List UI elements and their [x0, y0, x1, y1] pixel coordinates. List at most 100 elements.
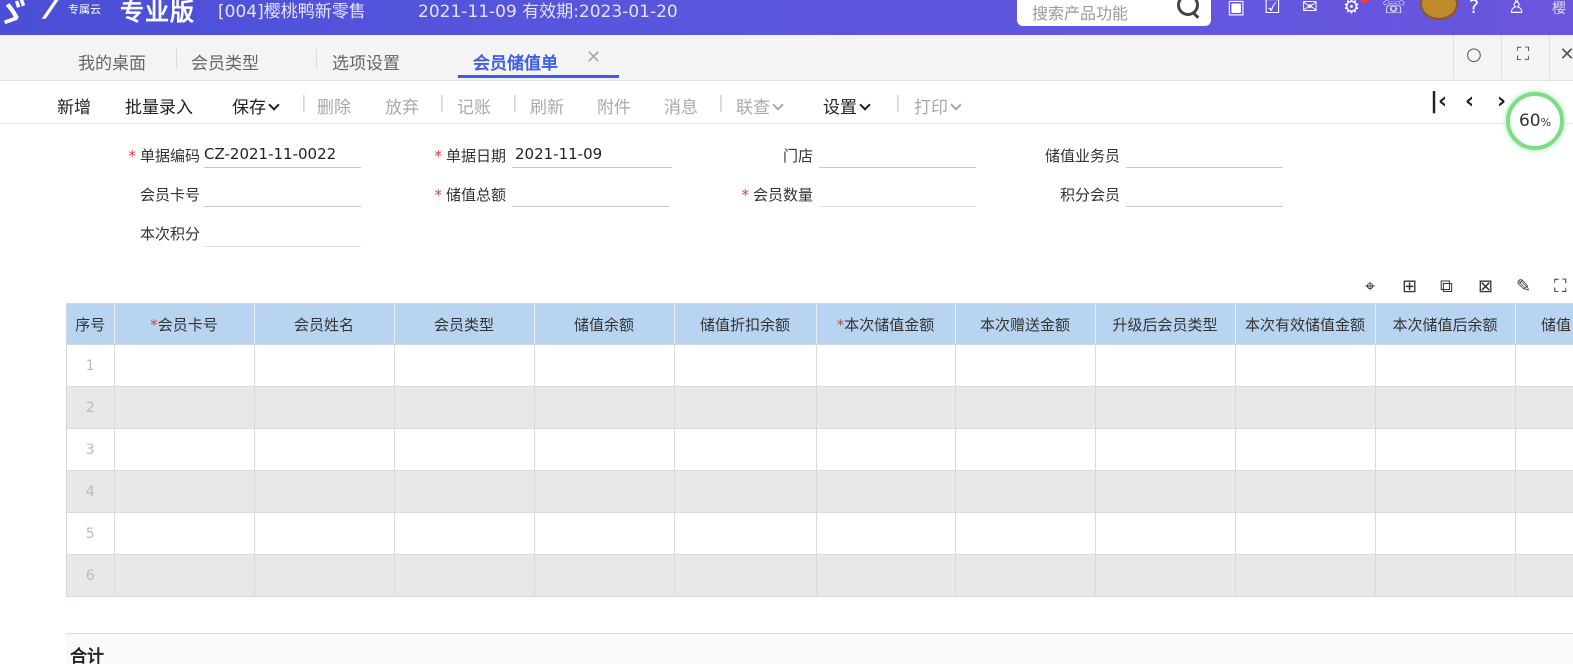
row-number-cell[interactable]: 3: [67, 428, 115, 471]
table-cell[interactable]: [114, 512, 255, 555]
location-icon[interactable]: ⌖: [1365, 276, 1375, 297]
table-cell[interactable]: [534, 470, 675, 513]
search-icon[interactable]: [1177, 0, 1199, 16]
row-number-cell[interactable]: 5: [67, 512, 115, 555]
total-amount-field[interactable]: [512, 182, 669, 207]
refresh-button[interactable]: 刷新: [530, 93, 564, 118]
table-cell[interactable]: [114, 428, 255, 471]
table-row[interactable]: 5: [67, 512, 1573, 555]
tab-my-desktop[interactable]: 我的桌面: [78, 49, 146, 74]
mascot-avatar[interactable]: [1420, 0, 1458, 20]
table-row[interactable]: 4: [67, 470, 1573, 513]
table-row[interactable]: 1: [67, 344, 1573, 387]
column-header-discount-balance[interactable]: 储值折扣余额: [674, 304, 817, 345]
table-cell[interactable]: [955, 428, 1096, 471]
table-cell[interactable]: [674, 554, 817, 596]
row-number-cell[interactable]: 1: [67, 344, 115, 387]
attachment-button[interactable]: 附件: [597, 93, 631, 118]
table-cell[interactable]: [1515, 428, 1573, 471]
table-cell[interactable]: [1375, 344, 1516, 387]
table-cell[interactable]: [674, 512, 817, 555]
settings-button[interactable]: 设置: [823, 93, 871, 118]
table-cell[interactable]: [1235, 386, 1376, 429]
table-cell[interactable]: [1235, 512, 1376, 555]
previous-record-icon[interactable]: ‹: [1465, 89, 1474, 114]
column-header-bonus-amount[interactable]: 本次赠送金额: [955, 304, 1096, 345]
table-cell[interactable]: [1515, 512, 1573, 555]
column-header-card-no[interactable]: *会员卡号: [114, 304, 255, 345]
row-number-cell[interactable]: 4: [67, 470, 115, 513]
table-cell[interactable]: [816, 512, 956, 555]
table-cell[interactable]: [254, 428, 395, 471]
table-cell[interactable]: [1095, 512, 1236, 555]
copy-row-icon[interactable]: ⧉: [1440, 276, 1453, 297]
table-cell[interactable]: [534, 386, 675, 429]
table-cell[interactable]: [674, 428, 817, 471]
table-cell[interactable]: [1095, 428, 1236, 471]
table-cell[interactable]: [1235, 554, 1376, 596]
tab-search-icon[interactable]: ○: [1458, 44, 1490, 70]
table-cell[interactable]: [1515, 344, 1573, 387]
table-cell[interactable]: [394, 428, 535, 471]
table-cell[interactable]: [534, 428, 675, 471]
store-field[interactable]: [819, 143, 976, 168]
table-cell[interactable]: [674, 470, 817, 513]
column-header-deposit-amount[interactable]: *本次储值金额: [816, 304, 956, 345]
table-cell[interactable]: [674, 344, 817, 387]
table-cell[interactable]: [1235, 470, 1376, 513]
table-cell[interactable]: [1375, 386, 1516, 429]
fullscreen-icon[interactable]: ⛶: [1507, 44, 1539, 70]
table-cell[interactable]: [1515, 554, 1573, 596]
table-cell[interactable]: [1375, 554, 1516, 596]
table-cell[interactable]: [955, 386, 1096, 429]
table-cell[interactable]: [1095, 470, 1236, 513]
salesperson-field[interactable]: [1126, 143, 1283, 168]
column-header-index[interactable]: 序号: [67, 304, 115, 345]
table-cell[interactable]: [816, 428, 956, 471]
table-row[interactable]: 3: [67, 428, 1573, 471]
close-all-icon[interactable]: ✕: [1551, 44, 1573, 70]
print-button[interactable]: 打印: [914, 93, 962, 118]
phone-icon[interactable]: ☏: [1382, 0, 1406, 18]
table-row[interactable]: 6: [67, 554, 1573, 596]
expand-grid-icon[interactable]: ⛶: [1554, 276, 1567, 297]
column-header-upgraded-type[interactable]: 升级后会员类型: [1095, 304, 1236, 345]
table-cell[interactable]: [1375, 428, 1516, 471]
doc-no-field[interactable]: CZ-2021-11-0022: [204, 143, 361, 168]
table-cell[interactable]: [534, 344, 675, 387]
next-record-icon[interactable]: ›: [1497, 89, 1506, 114]
user-icon[interactable]: ♙: [1508, 0, 1525, 18]
save-button[interactable]: 保存: [232, 93, 280, 118]
table-cell[interactable]: [1095, 386, 1236, 429]
first-record-icon[interactable]: |‹: [1430, 89, 1447, 114]
points-member-field[interactable]: [1126, 182, 1283, 207]
table-cell[interactable]: [816, 554, 956, 596]
table-cell[interactable]: [816, 344, 956, 387]
column-header-member-name[interactable]: 会员姓名: [254, 304, 395, 345]
save-disk-icon[interactable]: ▣: [1227, 0, 1245, 18]
table-cell[interactable]: [1095, 344, 1236, 387]
table-cell[interactable]: [1375, 512, 1516, 555]
table-cell[interactable]: [254, 554, 395, 596]
tab-member-type[interactable]: 会员类型: [191, 49, 259, 74]
table-cell[interactable]: [114, 386, 255, 429]
batch-entry-button[interactable]: 批量录入: [125, 93, 193, 118]
new-button[interactable]: 新增: [57, 93, 91, 118]
table-cell[interactable]: [254, 512, 395, 555]
table-cell[interactable]: [1235, 344, 1376, 387]
table-cell[interactable]: [114, 554, 255, 596]
table-cell[interactable]: [114, 470, 255, 513]
message-button[interactable]: 消息: [664, 93, 698, 118]
table-cell[interactable]: [816, 470, 956, 513]
table-cell[interactable]: [394, 470, 535, 513]
column-header-after-balance[interactable]: 本次储值后余额: [1375, 304, 1516, 345]
edit-columns-icon[interactable]: ✎: [1516, 276, 1531, 297]
delete-button[interactable]: 删除: [317, 93, 351, 118]
table-cell[interactable]: [394, 512, 535, 555]
query-button[interactable]: 联查: [736, 93, 784, 118]
table-cell[interactable]: [394, 344, 535, 387]
post-button[interactable]: 记账: [457, 93, 491, 118]
table-cell[interactable]: [534, 512, 675, 555]
table-cell[interactable]: [534, 554, 675, 596]
table-cell[interactable]: [1515, 386, 1573, 429]
